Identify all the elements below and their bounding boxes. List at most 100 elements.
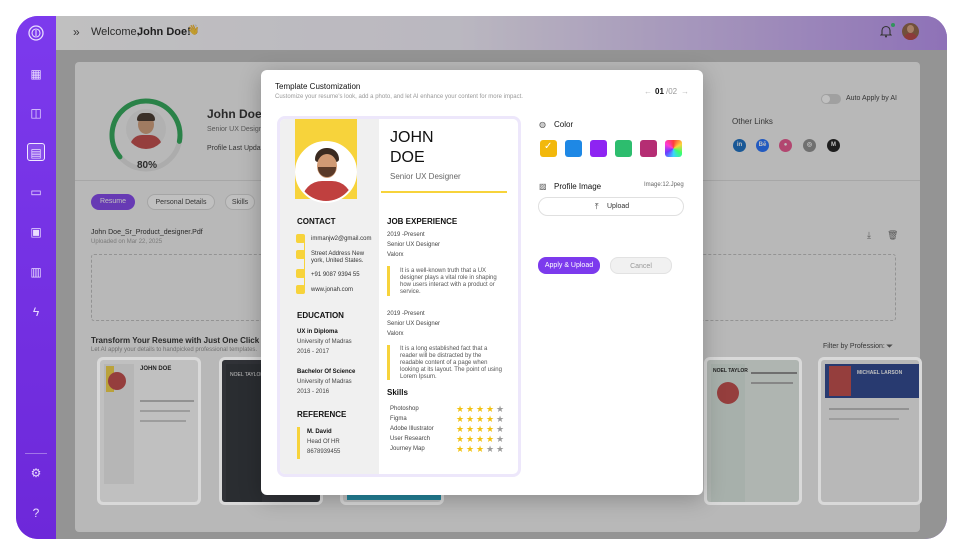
skill-star-icon: ★	[486, 404, 495, 414]
color-label: Color	[554, 120, 574, 129]
skill-star-icon: ★	[466, 404, 475, 414]
resume-photo	[295, 141, 357, 203]
job2-text-3: readable content of a page when	[400, 360, 488, 366]
resume-title-underline	[381, 191, 507, 193]
page-total: /02	[666, 87, 678, 96]
skill-star-icon: ★	[456, 444, 465, 454]
job2-bar	[387, 345, 390, 380]
upload-button[interactable]: ⤒ Upload	[538, 197, 684, 216]
resume-phone: +91 9087 9394 55	[311, 272, 360, 278]
skill-star-icon: ★	[496, 444, 505, 454]
template-thumb-4[interactable]: NOEL TAYLOR	[704, 357, 802, 505]
page-current: 01	[655, 87, 664, 96]
prev-page-icon[interactable]: ←	[644, 87, 652, 96]
contact-line	[304, 239, 305, 291]
resume-preview: JOHN DOE Senior UX Designer CONTACT imma…	[277, 116, 521, 477]
skill-name: User Research	[390, 436, 431, 442]
ref-name: M. David	[307, 429, 332, 435]
settings-icon[interactable]: ⚙	[27, 464, 45, 482]
skill-name: Journey Map	[390, 446, 425, 452]
edu2-school: University of Madras	[297, 379, 352, 385]
resume-first-name: JOHN	[390, 129, 434, 146]
skill-star-icon: ★	[476, 434, 485, 444]
job2-text-4: looking at its layout. The point of usin…	[400, 367, 502, 373]
color-swatch-blue[interactable]	[565, 140, 582, 157]
skill-star-icon: ★	[486, 414, 495, 424]
edu2-years: 2013 - 2016	[297, 389, 330, 395]
resume-icon[interactable]: ▤	[27, 143, 45, 161]
color-picker-custom[interactable]	[665, 140, 682, 157]
skill-star-icon: ★	[466, 414, 475, 424]
resume-email: immanjw2@gmail.com	[311, 236, 372, 242]
template-thumb-1[interactable]: JOHN DOE	[97, 357, 201, 505]
template-thumb-5[interactable]: MICHAEL LARSON	[818, 357, 922, 505]
skill-star-icon: ★	[466, 434, 475, 444]
skill-star-icon: ★	[486, 424, 495, 434]
skill-star-icon: ★	[476, 444, 485, 454]
skill-star-icon: ★	[496, 414, 505, 424]
color-swatch-purple[interactable]	[590, 140, 607, 157]
resume-website: www.jonah.com	[311, 287, 354, 293]
bookmark-icon[interactable]: ▥	[27, 263, 45, 281]
modal-subtitle: Customize your resume's look, add a phot…	[275, 94, 523, 100]
job2-text-5: Lorem Ipsum.	[400, 374, 437, 380]
chat-icon[interactable]: ▭	[27, 183, 45, 201]
resume-reference-heading: REFERENCE	[297, 410, 347, 419]
skill-star-icon: ★	[476, 404, 485, 414]
skill-star-icon: ★	[456, 414, 465, 424]
job1-company: Valorx	[387, 252, 404, 258]
skill-star-icon: ★	[496, 434, 505, 444]
job1-dates: 2019 -Present	[387, 232, 425, 238]
sidebar-divider	[25, 453, 47, 454]
briefcase-icon[interactable]: ◫	[27, 104, 45, 122]
reference-bar	[297, 427, 300, 459]
image-filename: Image:12.Jpeg	[644, 182, 684, 188]
color-swatch-green[interactable]	[615, 140, 632, 157]
job2-title: Senior UX Designer	[387, 321, 441, 327]
job1-bar	[387, 266, 390, 296]
color-swatch-yellow[interactable]: ✓	[540, 140, 557, 157]
job1-title: Senior UX Designer	[387, 242, 441, 248]
skill-star-icon: ★	[476, 414, 485, 424]
skill-star-icon: ★	[456, 434, 465, 444]
job1-text-1: It is a well-known truth that a UX	[400, 268, 487, 274]
skill-star-icon: ★	[456, 424, 465, 434]
apply-upload-button[interactable]: Apply & Upload	[538, 257, 600, 274]
skill-star-icon: ★	[496, 404, 505, 414]
ref-phone: 8678939455	[307, 449, 341, 455]
color-swatch-magenta[interactable]	[640, 140, 657, 157]
job1-text-3: how users interact with a product or	[400, 282, 495, 288]
skill-star-icon: ★	[456, 404, 465, 414]
help-icon[interactable]: ?	[27, 504, 45, 522]
job2-text-1: It is a long established fact that a	[400, 346, 488, 352]
lightning-icon[interactable]: ϟ	[27, 303, 45, 321]
skill-name: Figma	[390, 416, 407, 422]
skill-name: Photoshop	[390, 406, 419, 412]
resume-title: Senior UX Designer	[390, 172, 461, 181]
skill-star-icon: ★	[466, 424, 475, 434]
modal-title: Template Customization	[275, 82, 361, 91]
image-icon: ▨	[539, 182, 547, 191]
ref-role: Head Of HR	[307, 439, 340, 445]
skill-star-icon: ★	[496, 424, 505, 434]
next-page-icon[interactable]: →	[681, 87, 689, 96]
job2-dates: 2019 -Present	[387, 311, 425, 317]
skill-star-icon: ★	[466, 444, 475, 454]
edu1-school: University of Madras	[297, 339, 352, 345]
resume-last-name: DOE	[390, 149, 425, 166]
fingerprint-logo-icon[interactable]	[27, 24, 45, 42]
resume-job-heading: JOB EXPERIENCE	[387, 217, 458, 226]
profile-image-label: Profile Image	[554, 182, 602, 191]
resume-education-heading: EDUCATION	[297, 311, 344, 320]
resume-address-line2: york, United States.	[311, 258, 364, 264]
id-card-icon[interactable]: ▣	[27, 223, 45, 241]
cancel-button[interactable]: Cancel	[610, 257, 672, 274]
edu1-years: 2016 - 2017	[297, 349, 330, 355]
resume-address-line1: Street Address New	[311, 251, 365, 257]
resume-contact-heading: CONTACT	[297, 217, 336, 226]
job2-company: Valorx	[387, 331, 404, 337]
sidebar: ▦ ◫ ▤ ▭ ▣ ▥ ϟ ⚙ ?	[16, 16, 56, 539]
upload-label: Upload	[607, 203, 630, 210]
job2-text-2: reader will be distracted by the	[400, 353, 482, 359]
dashboard-icon[interactable]: ▦	[27, 65, 45, 83]
